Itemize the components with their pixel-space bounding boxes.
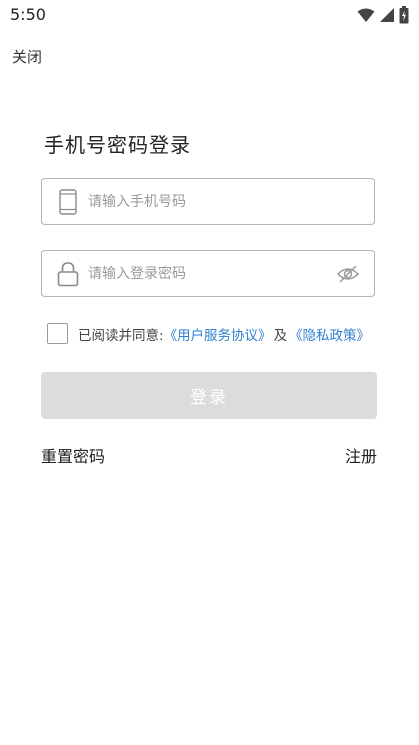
agreement-and-text: 及 (273, 327, 288, 344)
cellular-signal-icon (379, 7, 395, 27)
password-field[interactable] (41, 250, 375, 297)
agreement-checkbox[interactable] (47, 323, 68, 344)
status-icons (357, 6, 409, 28)
phone-icon (56, 188, 80, 216)
login-button[interactable]: 登录 (41, 372, 377, 419)
wifi-icon (357, 7, 375, 27)
lock-icon (56, 260, 80, 288)
status-time: 5:50 (10, 5, 46, 24)
agreement-row: 已阅读并同意: 《用户服务协议》 及 《隐私政策》 (47, 323, 370, 344)
privacy-policy-link[interactable]: 《隐私政策》 (289, 324, 370, 344)
eye-off-icon[interactable] (336, 263, 360, 285)
register-link[interactable]: 注册 (345, 443, 377, 467)
close-button[interactable]: 关闭 (12, 46, 42, 67)
user-agreement-link[interactable]: 《用户服务协议》 (164, 324, 272, 344)
agreement-prefix: 已阅读并同意: (78, 327, 164, 344)
phone-input[interactable] (88, 193, 318, 210)
battery-icon (399, 6, 409, 28)
reset-password-link[interactable]: 重置密码 (41, 443, 105, 467)
phone-field[interactable] (41, 178, 375, 225)
page-title: 手机号密码登录 (44, 133, 191, 157)
status-bar: 5:50 (0, 0, 419, 30)
password-input[interactable] (88, 265, 318, 282)
